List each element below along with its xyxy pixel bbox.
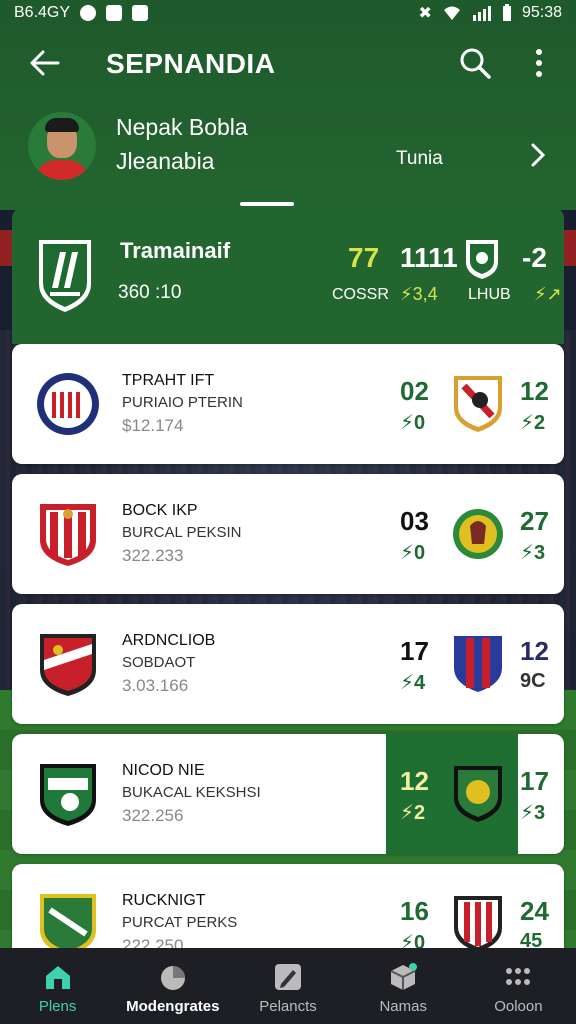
team-crest-icon — [40, 634, 96, 696]
home-icon — [45, 966, 70, 989]
match-score-left: 02 — [400, 376, 429, 406]
nav-label: Ooloon — [494, 998, 543, 1015]
match-card[interactable]: TPRAHT IFT PURIAIO PTERIN $12.174 02 ⚡0 … — [12, 344, 564, 464]
match-delta-right: ⚡3 — [520, 542, 546, 564]
match-value: $12.174 — [122, 416, 184, 435]
match-subtitle: PURIAIO PTERIN — [122, 394, 243, 411]
nav-item-more[interactable]: Ooloon — [461, 948, 576, 1024]
match-value: 322.233 — [122, 546, 184, 565]
match-team-name: TPRAHT IFT — [122, 372, 215, 389]
wifi-icon — [443, 6, 460, 20]
avatar[interactable] — [28, 112, 96, 180]
team-crest-icon — [39, 240, 91, 312]
match-team-name: NICOD NIE — [122, 762, 205, 779]
featured-label-4: ⚡↗ — [534, 284, 562, 304]
match-card[interactable]: NICOD NIE BUKACAL KEKSHSI 322.256 12 ⚡2 … — [12, 734, 564, 854]
nav-item-home[interactable]: Plens — [0, 948, 115, 1024]
opponent-crest-icon — [454, 376, 502, 432]
match-score-right: 27 — [520, 506, 549, 536]
match-score-left: 17 — [400, 636, 429, 666]
match-delta-right: 9C — [520, 670, 546, 692]
more-vert-icon[interactable] — [526, 46, 552, 80]
match-value: 322.256 — [122, 806, 184, 825]
match-score-right: 24 — [520, 896, 549, 926]
featured-label-1: COSSR — [332, 286, 389, 303]
grid-icon — [506, 968, 531, 985]
signal-icon — [472, 6, 491, 21]
match-delta-left: ⚡0 — [400, 412, 426, 434]
match-card[interactable]: ARDNCLIOB SOBDAOT 3.03.166 17 ⚡4 12 9C — [12, 604, 564, 724]
match-score-left: 16 — [400, 896, 429, 926]
featured-label-2: ⚡3,4 — [400, 284, 438, 304]
match-value: 3.03.166 — [122, 676, 189, 695]
app-notification-icon — [106, 5, 123, 21]
nav-item-items[interactable]: Namas — [346, 948, 461, 1024]
nav-label: Modengrates — [126, 998, 220, 1015]
profile-row[interactable]: Nepak Bobla Jleanabia Tunia — [28, 112, 548, 188]
featured-value-2: 1111 — [400, 242, 458, 273]
match-team-name: RUCKNIGT — [122, 892, 206, 909]
profile-right-label: Tunia — [396, 148, 443, 169]
app-title: SEPNANDIA — [106, 48, 276, 79]
match-team-name: ARDNCLIOB — [122, 632, 216, 649]
search-icon[interactable] — [458, 46, 492, 80]
match-score-right: 12 — [520, 376, 549, 406]
bluetooth-icon: ✖ — [418, 5, 432, 22]
featured-subtitle: 360 :10 — [118, 282, 182, 303]
chart-icon — [160, 966, 185, 990]
team-crest-icon — [40, 504, 96, 566]
tab-indicator — [240, 202, 294, 206]
match-card[interactable]: BOCK IKP BURCAL PEKSIN 322.233 03 ⚡0 27 … — [12, 474, 564, 594]
profile-name: Nepak Bobla — [116, 114, 248, 140]
nav-label: Namas — [379, 998, 427, 1015]
featured-value-1: 77 — [348, 242, 380, 273]
match-score-left: 12 — [400, 766, 429, 796]
notification-icon — [80, 5, 97, 21]
back-arrow-icon[interactable] — [28, 46, 62, 80]
match-score-right: 17 — [520, 766, 549, 796]
chevron-right-icon[interactable] — [530, 142, 546, 168]
opponent-crest-icon — [453, 509, 503, 559]
message-icon — [132, 5, 149, 21]
match-score-right: 12 — [520, 636, 549, 666]
app-bar: SEPNANDIA Nepak Bobla Jleanabia Tunia — [0, 26, 576, 210]
bottom-navigation: Plens Modengrates Pelancts Namas Ooloon — [0, 948, 576, 1024]
match-delta-left: ⚡0 — [400, 542, 426, 564]
featured-label-3: LHUB — [468, 286, 511, 303]
match-subtitle: BURCAL PEKSIN — [122, 524, 242, 541]
match-delta-left: ⚡4 — [400, 672, 426, 694]
match-card[interactable]: RUCKNIGT PURCAT PERKS 222.250 16 ⚡0 24 4… — [12, 864, 564, 960]
battery-icon — [502, 4, 511, 21]
cube-icon — [390, 963, 418, 990]
nav-item-edit[interactable]: Pelancts — [230, 948, 345, 1024]
profile-subtitle: Jleanabia — [116, 148, 215, 174]
match-subtitle: BUKACAL KEKSHSI — [122, 784, 261, 801]
match-subtitle: PURCAT PERKS — [122, 914, 238, 931]
status-carrier: B6.4GY — [14, 4, 71, 21]
featured-title: Tramainaif — [120, 238, 231, 263]
pen-icon — [275, 964, 301, 990]
status-time: 95:38 — [521, 4, 562, 21]
match-score-left: 03 — [400, 506, 429, 536]
opponent-crest-icon — [454, 636, 502, 692]
match-delta-right: ⚡3 — [520, 802, 546, 824]
team-crest-icon — [37, 373, 99, 435]
match-delta-right: ⚡2 — [520, 412, 546, 434]
featured-value-3: -2 — [522, 242, 547, 273]
club-badge-icon — [466, 240, 498, 279]
opponent-crest-icon — [454, 766, 502, 822]
team-crest-icon — [40, 764, 96, 826]
featured-team-card[interactable]: Tramainaif 360 :10 77 1111 -2 COSSR ⚡3,4… — [12, 208, 564, 344]
nav-item-stats[interactable]: Modengrates — [115, 948, 230, 1024]
match-subtitle: SOBDAOT — [122, 654, 196, 671]
match-team-name: BOCK IKP — [122, 502, 198, 519]
status-bar: B6.4GY ✖ 95:38 — [0, 0, 576, 26]
nav-label: Plens — [38, 998, 77, 1015]
opponent-crest-icon — [454, 896, 502, 952]
nav-label: Pelancts — [259, 998, 317, 1015]
match-delta-left: ⚡2 — [400, 802, 426, 824]
